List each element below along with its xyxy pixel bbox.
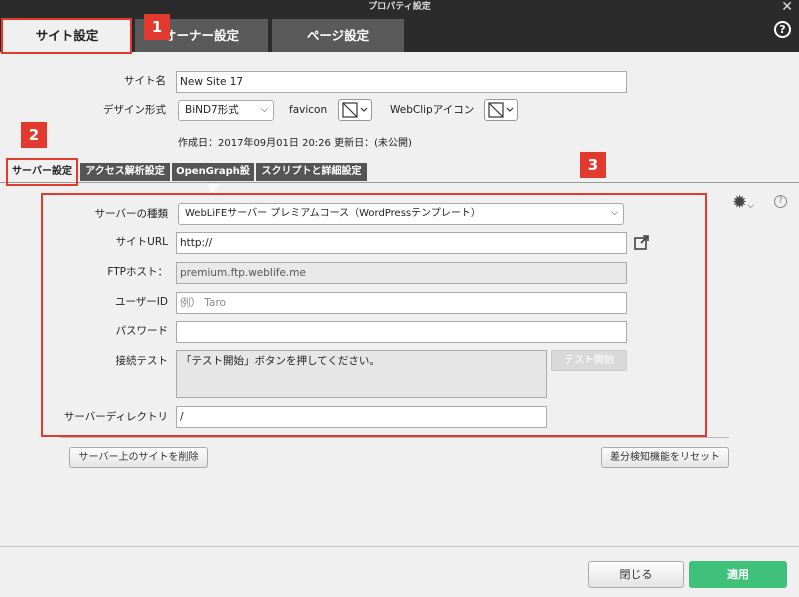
webclip-select[interactable] bbox=[484, 99, 518, 121]
no-image-icon bbox=[342, 102, 368, 118]
delete-site-button[interactable]: サーバー上のサイトを削除 bbox=[69, 447, 208, 468]
callout-2: 2 bbox=[21, 122, 47, 148]
apply-button[interactable]: 適用 bbox=[689, 561, 787, 588]
design-format-label: デザイン形式 bbox=[103, 104, 166, 116]
callout-1: 1 bbox=[144, 14, 170, 40]
help-small-icon[interactable]: ? bbox=[774, 195, 787, 208]
site-name-input[interactable]: New Site 17 bbox=[176, 71, 627, 93]
favicon-label: favicon bbox=[289, 104, 328, 116]
subtab-analytics[interactable]: アクセス解析設定 bbox=[80, 163, 170, 181]
footer-divider bbox=[0, 546, 799, 547]
reset-diff-button[interactable]: 差分検知機能をリセット bbox=[601, 447, 729, 468]
chevron-down-icon: ⌵ bbox=[261, 105, 268, 115]
section-divider bbox=[60, 437, 729, 438]
favicon-select[interactable] bbox=[338, 99, 372, 121]
design-format-value: BiND7形式 bbox=[185, 104, 239, 116]
close-button[interactable]: 閉じる bbox=[588, 561, 684, 588]
dates-text: 作成日：2017年09月01日 20:26 更新日：(未公開) bbox=[178, 138, 412, 149]
callout-3: 3 bbox=[580, 152, 606, 178]
highlight-box-2 bbox=[6, 158, 78, 186]
close-icon[interactable]: ✕ bbox=[781, 0, 793, 14]
subtab-script[interactable]: スクリプトと詳細設定 bbox=[256, 163, 367, 181]
subtab-opengraph[interactable]: OpenGraph設定 bbox=[172, 163, 254, 195]
gear-icon[interactable]: ✹⌵ bbox=[732, 192, 754, 213]
subtab-divider bbox=[0, 182, 799, 183]
site-name-label: サイト名 bbox=[124, 75, 166, 87]
window-title: プロパティ設定 bbox=[0, 0, 799, 14]
design-format-select[interactable]: BiND7形式 ⌵ bbox=[178, 100, 274, 121]
highlight-box-3 bbox=[41, 193, 707, 437]
no-image-icon bbox=[488, 102, 514, 118]
help-icon[interactable]: ? bbox=[774, 21, 791, 38]
tab-page-settings[interactable]: ページ設定 bbox=[272, 19, 404, 52]
highlight-box-1 bbox=[1, 18, 132, 54]
webclip-label: WebClipアイコン bbox=[390, 104, 475, 116]
